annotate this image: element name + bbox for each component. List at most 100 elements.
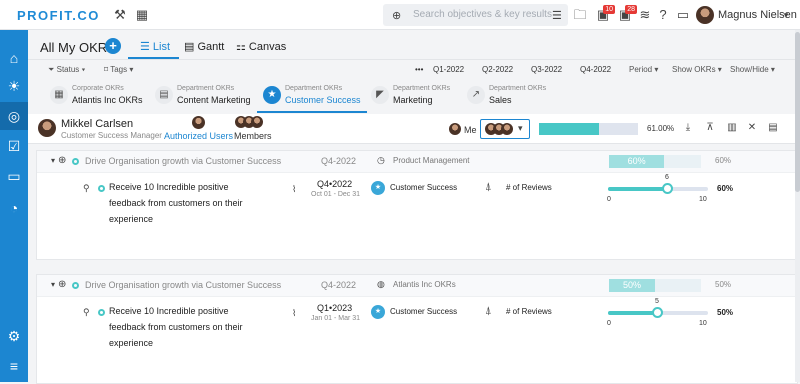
tab-canvas[interactable]: ⚏ Canvas [236,40,286,53]
active-dept-indicator [257,111,367,113]
objective-row[interactable]: ▾ ⊕ Drive Organisation growth via Custom… [37,151,799,173]
search-input[interactable]: Search objectives & key results [413,9,552,20]
period-q4[interactable]: Q4-2022 [580,65,611,74]
progress-slider[interactable] [608,183,708,194]
slider-min: 0 [607,196,611,203]
chart-icon[interactable]: ▥ [726,122,738,133]
target-icon[interactable]: ◎ [0,102,28,130]
objective-title: Drive Organisation growth via Customer S… [85,156,282,166]
progress-slider[interactable] [608,307,708,318]
tab-label: Gantt [197,41,225,53]
show-hide-menu[interactable]: Show/Hide ▾ [730,65,775,74]
slider-value: 5 [655,298,659,305]
document-icon: ▤ [155,86,173,104]
sliders-icon[interactable]: ≡ [0,352,28,380]
calendar-icon[interactable]: ▣ 10 [595,5,615,23]
members-link[interactable]: Members [234,131,272,141]
collapse-icon[interactable]: ✕ [746,122,758,133]
chevron-down-icon[interactable]: ▾ [778,7,794,23]
list-icon: ☰ [140,41,153,53]
key-result-title[interactable]: Receive 10 Incredible positive feedback … [109,303,264,351]
dept-name: Atlantis Inc OKRs [72,95,143,105]
key-result-team: Customer Success [390,183,458,192]
period-menu[interactable]: Period ▾ [629,65,658,74]
period-q2[interactable]: Q2-2022 [482,65,513,74]
key-icon: ⚲ [83,307,90,317]
layers-icon[interactable]: ≋ [637,7,653,23]
dept-sub: Corporate OKRs [72,85,124,92]
slider-max: 10 [699,320,707,327]
logo: PROFIT.CO [17,8,100,23]
gift-icon[interactable]: ▣ 28 [617,5,637,23]
authorized-users-link[interactable]: Authorized Users [164,131,233,141]
caret-down-icon[interactable]: ▾ [51,280,55,289]
scrollbar-thumb[interactable] [795,32,800,192]
status-dot [72,282,79,289]
presentation-icon[interactable]: ⊼ [704,122,716,133]
star-icon: ★ [371,181,385,195]
building-icon[interactable]: ▦ [134,7,150,23]
slider-handle[interactable] [652,307,663,318]
divider [28,59,800,60]
me-label[interactable]: Me [464,125,477,135]
slider-handle[interactable] [662,183,673,194]
slider-fill [608,187,668,191]
pulse-icon: ⌇ [292,308,297,318]
folder-icon[interactable]: 🗀 [572,7,588,23]
slider-value: 6 [665,174,669,181]
checklist-icon[interactable]: ☑ [0,132,28,160]
main-content: All My OKRs + ☰ List ▤ Gantt ⚏ Canvas ⏷ … [28,30,800,384]
user-select[interactable]: ▾ [480,119,530,139]
search-box[interactable]: ⊕ Search objectives & key results ☰ [383,4,568,26]
history-icon: ◷ [377,155,385,165]
period-q1[interactable]: Q1-2022 [433,65,464,74]
tab-gantt[interactable]: ▤ Gantt [184,40,224,53]
comment-icon[interactable]: ▭ [0,162,28,190]
tab-list[interactable]: ☰ List [140,40,170,53]
help-icon[interactable]: ? [655,7,671,23]
more-icon[interactable]: ••• [415,65,423,74]
menu-label: Show OKRs [672,65,716,74]
add-okr-button[interactable]: + [105,38,121,54]
overall-progress-bar [539,123,638,135]
slider-min: 0 [607,320,611,327]
status-filter[interactable]: ⏷ Status ▾ [48,65,85,75]
filter-icon: ⏷ [48,65,57,74]
status-dot [98,185,105,192]
avatar [38,119,56,137]
globe-icon: ◍ [377,279,385,289]
dept-sub: Department OKRs [285,85,343,92]
progress-label: 61.00% [647,124,675,133]
dept-sub: Department OKRs [489,85,547,92]
objective-percent: 60% [715,156,732,165]
settings-icon[interactable]: ⚙ [0,322,28,350]
dept-sub: Department OKRs [177,85,235,92]
avatar[interactable] [696,6,714,24]
user-name: Mikkel Carlsen [61,118,134,130]
home-icon[interactable]: ⌂ [0,44,28,72]
gauge-icon[interactable]: ◔ [0,194,28,222]
objective-quarter: Q4-2022 [321,280,357,290]
key-result-percent: 50% [717,308,734,317]
key-result-percent: 60% [717,184,734,193]
period-q3[interactable]: Q3-2022 [531,65,562,74]
lightbulb-icon[interactable]: ☀ [0,72,28,100]
chat-icon[interactable]: ▭ [675,7,691,23]
tags-filter[interactable]: ⌑ Tags ▾ [104,65,133,74]
download-icon[interactable]: ⤓ [682,122,694,133]
key-result-quarter: Q4•2022 [317,179,353,189]
report-icon[interactable]: ▤ [767,122,779,133]
objective-progress-bar: 50% [609,279,701,292]
target-icon: ⊕ [392,10,402,22]
objective-title: Drive Organisation growth via Customer S… [85,280,282,290]
avatar [449,123,461,135]
avatar [501,123,513,135]
objective-row[interactable]: ▾ ⊕ Drive Organisation growth via Custom… [37,275,799,297]
key-result-title[interactable]: Receive 10 Incredible positive feedback … [109,179,264,227]
key-result-team: Customer Success [390,307,458,316]
show-okrs-menu[interactable]: Show OKRs ▾ [672,65,722,74]
filter-icon[interactable]: ☰ [552,9,562,22]
caret-down-icon[interactable]: ▾ [51,156,55,165]
scrollbar[interactable] [795,30,800,382]
tools-icon[interactable]: ⚒ [112,7,128,23]
